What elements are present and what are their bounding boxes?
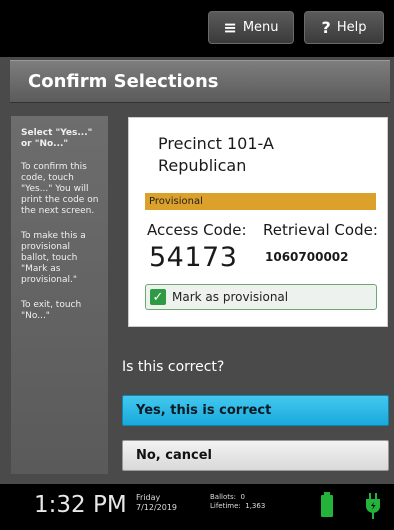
top-bar: ≡ Menu ? Help (0, 0, 394, 57)
precinct-info: Precinct 101-A Republican (158, 133, 274, 177)
menu-label: Menu (242, 20, 279, 35)
instructions-exit: To exit, touch "No..." (21, 300, 82, 321)
clock: 1:32 PM (34, 492, 127, 518)
instructions-provisional: To make this a provisional ballot, touch… (21, 231, 86, 285)
status-bar: 1:32 PM Friday 7/12/2019 Ballots: 0 Life… (0, 484, 394, 530)
lifetime-count: Lifetime: 1,363 (210, 502, 265, 511)
retrieval-code-label: Retrieval Code: (263, 221, 378, 239)
lifetime-value: 1,363 (245, 502, 266, 510)
date-display: Friday 7/12/2019 (136, 493, 177, 513)
mark-provisional-checkbox[interactable]: ✓ Mark as provisional (145, 284, 377, 310)
page-title: Confirm Selections (10, 60, 390, 103)
selection-card: Precinct 101-A Republican Provisional Ac… (128, 117, 388, 327)
mark-provisional-label: Mark as provisional (172, 290, 289, 304)
access-code-label: Access Code: (147, 221, 247, 239)
retrieval-code-value: 1060700002 (265, 250, 349, 264)
ballot-counts: Ballots: 0 Lifetime: 1,363 (210, 493, 265, 511)
power-plug-icon (366, 493, 380, 519)
day-of-week: Friday (136, 493, 161, 502)
menu-button[interactable]: ≡ Menu (208, 11, 294, 44)
precinct-name: Precinct 101-A (158, 134, 274, 153)
ballots-count: Ballots: 0 (210, 493, 265, 502)
instructions-heading: Select "Yes..." or "No..." (21, 128, 93, 149)
party-name: Republican (158, 156, 247, 175)
provisional-banner: Provisional (145, 193, 376, 210)
no-button[interactable]: No, cancel (122, 440, 389, 471)
date-value: 7/12/2019 (136, 503, 178, 512)
ballots-label: Ballots: (210, 493, 237, 501)
help-label: Help (336, 20, 367, 35)
help-button[interactable]: ? Help (304, 11, 384, 44)
access-code-value: 54173 (149, 242, 238, 273)
battery-icon (321, 492, 333, 517)
confirm-question: Is this correct? (122, 359, 225, 375)
lifetime-label: Lifetime: (210, 502, 241, 510)
instructions-panel: Select "Yes..." or "No..." To confirm th… (11, 116, 108, 474)
checkmark-icon: ✓ (150, 289, 166, 305)
ballots-value: 0 (240, 493, 245, 501)
instructions-confirm: To confirm this code, touch "Yes..." You… (21, 162, 99, 216)
yes-button[interactable]: Yes, this is correct (122, 395, 389, 426)
menu-icon: ≡ (223, 18, 237, 37)
question-icon: ? (321, 18, 331, 37)
